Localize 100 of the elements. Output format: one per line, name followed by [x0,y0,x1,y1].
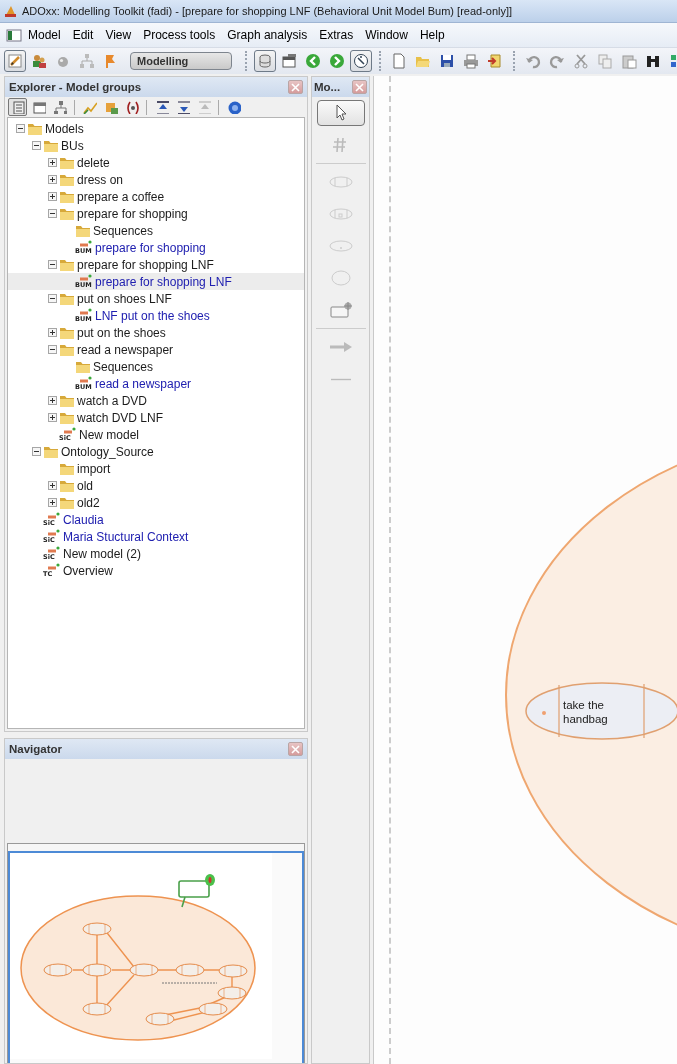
folder-icon [59,258,75,271]
compass-icon [353,53,369,69]
model-icon [79,376,92,383]
tree-item[interactable]: Maria Stuctural Context [61,529,191,544]
tree-item[interactable]: read a newspaper [75,342,176,357]
import-icon [487,53,503,69]
tree-item[interactable]: old [75,478,95,493]
model-icon [79,308,92,315]
close-button[interactable] [288,80,303,94]
close-button[interactable] [288,742,303,756]
menu-item[interactable]: Help [413,26,451,44]
tree-item[interactable]: Ontology_Source [59,444,156,459]
mode-selector[interactable]: Modelling [130,52,232,70]
folder-icon [59,411,75,424]
expand-toggle[interactable] [48,175,57,184]
pointer-tool[interactable] [316,100,365,126]
print-icon [463,53,479,69]
expand-toggle[interactable] [48,481,57,490]
document-icon [6,28,22,42]
line-icon [330,377,351,381]
scissors-icon [573,53,589,69]
expand-toggle[interactable] [48,328,57,337]
folder-icon [43,139,59,152]
expand-toggle[interactable] [48,413,57,422]
menu-item[interactable]: Window [359,26,414,44]
tree-item[interactable]: watch DVD LNF [75,410,166,425]
collapse-toggle[interactable] [32,447,41,456]
model-icon [47,546,60,553]
folder-icon [75,224,91,237]
model-import-icon [103,100,118,114]
tree-item[interactable]: import [75,461,113,476]
tree-item[interactable]: prepare for shopping LNF [75,257,216,272]
menu-item[interactable]: Graph analysis [221,26,314,44]
model-icon [47,563,60,570]
tree-item[interactable]: New model [77,427,142,442]
pencil-button[interactable] [4,50,26,72]
paste-icon [621,53,637,69]
tree-item[interactable]: put on the shoes [75,325,168,340]
tree-item[interactable]: put on shoes LNF [75,291,174,306]
panel-title: Navigator [9,743,63,755]
tree-item[interactable]: Overview [61,563,115,578]
tree-item[interactable]: prepare for shopping [93,240,208,255]
tree-item[interactable]: Claudia [61,512,106,527]
list-view-button[interactable] [8,98,27,116]
collapse-toggle[interactable] [16,124,25,133]
tree-item[interactable]: BUs [59,138,86,153]
copy-icon [597,53,613,69]
folder-icon [59,479,75,492]
node-label: take the handbag [563,698,609,726]
tree-item[interactable]: dress on [75,172,126,187]
model-icon [47,512,60,519]
tree-item[interactable]: watch a DVD [75,393,150,408]
menu-item[interactable]: Model [22,26,67,44]
window-icon [281,53,297,69]
expand-toggle[interactable] [48,158,57,167]
tree-item[interactable]: Models [43,121,86,136]
move-top-icon [154,100,169,114]
expand-toggle[interactable] [48,192,57,201]
tree-item[interactable]: read a newspaper [93,376,194,391]
folder-icon [59,496,75,509]
collapse-toggle[interactable] [48,345,57,354]
move-up-icon [196,100,211,114]
menu-item[interactable]: Process tools [137,26,222,44]
menu-item[interactable]: Edit [66,26,100,44]
collapse-toggle[interactable] [32,141,41,150]
hierarchy-icon [79,53,95,69]
collapse-toggle[interactable] [48,260,57,269]
expand-toggle[interactable] [48,396,57,405]
tree-item[interactable]: prepare a coffee [75,189,167,204]
pencil-icon [7,53,23,69]
panel-title: Explorer - Model groups [9,81,142,93]
tree-item[interactable]: prepare for shopping LNF [93,274,234,289]
new-document-icon [391,53,407,69]
folder-icon [59,292,75,305]
folder-icon [59,173,75,186]
database-button[interactable] [254,50,276,72]
compass-button[interactable] [350,50,372,72]
tree-item[interactable]: LNF put on the shoes [93,308,212,323]
folder-icon [75,360,91,373]
folder-icon [59,207,75,220]
window-icon [31,100,46,114]
folder-icon [59,156,75,169]
tree-item[interactable]: Sequences [91,223,156,238]
collapse-toggle[interactable] [48,209,57,218]
hierarchy-icon [52,100,67,114]
tree-item[interactable]: New model (2) [61,546,144,561]
brackets-icon [124,100,139,114]
close-button[interactable] [352,80,367,94]
menu-item[interactable]: Extras [313,26,360,44]
people-icon [31,53,47,69]
expand-toggle[interactable] [48,498,57,507]
folder-icon [43,445,59,458]
tree-item[interactable]: old2 [75,495,102,510]
tree-item[interactable]: Sequences [91,359,156,374]
collapse-toggle[interactable] [48,294,57,303]
tree-item[interactable]: prepare for shopping [75,206,190,221]
menu-item[interactable]: View [99,26,138,44]
model-icon [63,427,76,434]
database-icon [257,53,273,69]
tree-item[interactable]: delete [75,155,112,170]
